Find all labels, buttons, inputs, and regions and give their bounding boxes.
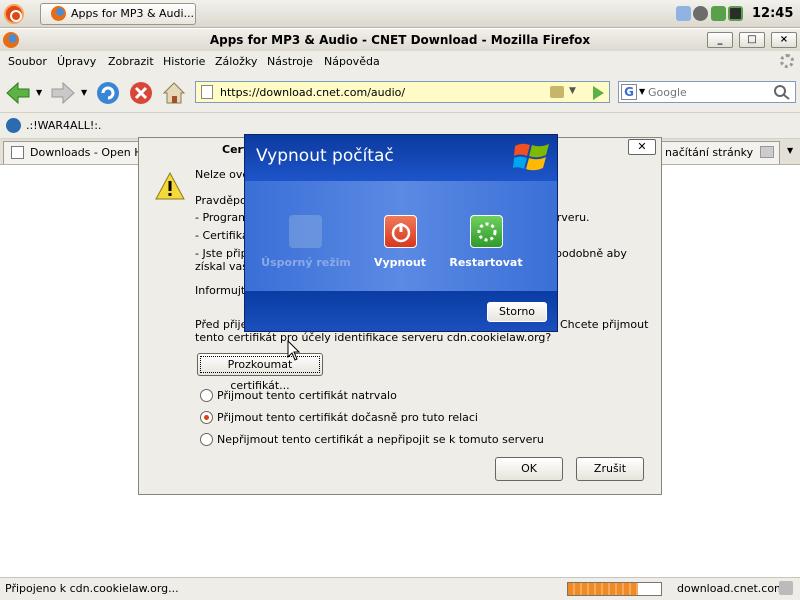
back-dropdown-icon[interactable]: ▼ [36,88,42,97]
restart-icon[interactable] [470,215,503,248]
notification-icon[interactable] [711,6,726,21]
stop-icon[interactable] [128,80,154,106]
tab-list-icon[interactable]: ▼ [787,146,793,155]
menu-edit[interactable]: Úpravy [57,55,96,68]
reload-icon[interactable] [95,80,121,106]
network-icon[interactable] [676,6,691,21]
home-icon[interactable] [161,80,187,106]
forward-arrow-icon[interactable] [50,80,76,106]
bookmark-favicon-icon [6,118,21,133]
warning-icon [155,172,185,200]
menu-history[interactable]: Historie [163,55,205,68]
firefox-icon [51,6,66,21]
radio-permanent[interactable] [200,389,213,402]
tab-page-icon [11,146,24,159]
windows-logo-icon [513,143,549,171]
cert-text-purpose: tento certifikát pro účely identifikace … [195,331,552,344]
minimize-button[interactable]: _ [707,32,733,48]
search-magnifier-icon[interactable] [771,84,793,100]
ubuntu-logo-icon[interactable] [4,4,24,24]
option-permanent-label[interactable]: Přijmout tento certifikát natrvalo [217,389,397,402]
option-temporary-label[interactable]: Přijmout tento certifikát dočasně pro tu… [217,411,478,424]
cert-bullet-3-end: podobně aby [555,247,627,260]
shutdown-title: Vypnout počítač [256,146,394,166]
cert-text-top: Nelze ově [195,168,250,181]
power-off-label[interactable]: Vypnout [350,256,450,269]
menu-bookmarks[interactable]: Záložky [215,55,257,68]
status-host: download.cnet.com [677,582,785,595]
url-dropdown-icon[interactable]: ▼ [569,86,576,96]
bookmark-item[interactable]: .:!WAR4ALL!:. [26,119,101,132]
ok-button[interactable]: OK [495,457,563,481]
standby-icon[interactable] [289,215,322,248]
radio-reject[interactable] [200,433,213,446]
clock[interactable]: 12:45 [752,6,793,21]
maximize-button[interactable]: □ [739,32,765,48]
cancel-button[interactable]: Zrušit [576,457,644,481]
storno-button[interactable]: Storno [487,302,547,322]
cert-close-button[interactable]: ✕ [628,139,656,155]
tab-close-icon[interactable] [760,146,774,158]
url-text[interactable]: https://download.cnet.com/audio/ [220,86,405,99]
status-text: Připojeno k cdn.cookielaw.org... [5,582,179,595]
google-engine-icon[interactable]: G [621,84,637,100]
mouse-cursor-icon [287,340,301,361]
cert-text-before-end: Chcete přijmout [560,318,649,331]
security-status-icon[interactable] [779,581,793,595]
radio-temporary[interactable] [200,411,213,424]
close-window-button[interactable]: × [771,32,797,48]
menu-tools[interactable]: Nástroje [267,55,313,68]
power-off-icon[interactable] [384,215,417,248]
progress-fill [568,583,638,595]
menu-view[interactable]: Zobrazit [108,55,154,68]
examine-certificate-button[interactable]: Prozkoumat certifikát... [197,353,323,392]
menu-file[interactable]: Soubor [8,55,47,68]
cert-bullet-1: - Program [195,211,249,224]
search-input[interactable] [648,84,766,100]
throbber-icon [780,54,794,68]
engine-dropdown-icon[interactable]: ▼ [639,87,645,96]
go-arrow-icon[interactable] [589,84,607,102]
restart-label[interactable]: Restartovat [436,256,536,269]
forward-dropdown-icon[interactable]: ▼ [81,88,87,97]
update-icon[interactable] [693,6,708,21]
window-title: Apps for MP3 & Audio - CNET Download - M… [209,33,591,47]
menu-help[interactable]: Nápověda [324,55,380,68]
battery-icon[interactable] [728,6,743,21]
page-icon [201,85,213,99]
back-arrow-icon[interactable] [5,80,31,106]
standby-label[interactable]: Úsporný režim [256,256,356,269]
lock-icon[interactable] [550,86,564,98]
option-reject-label[interactable]: Nepřijmout tento certifikát a nepřipojit… [217,433,544,446]
